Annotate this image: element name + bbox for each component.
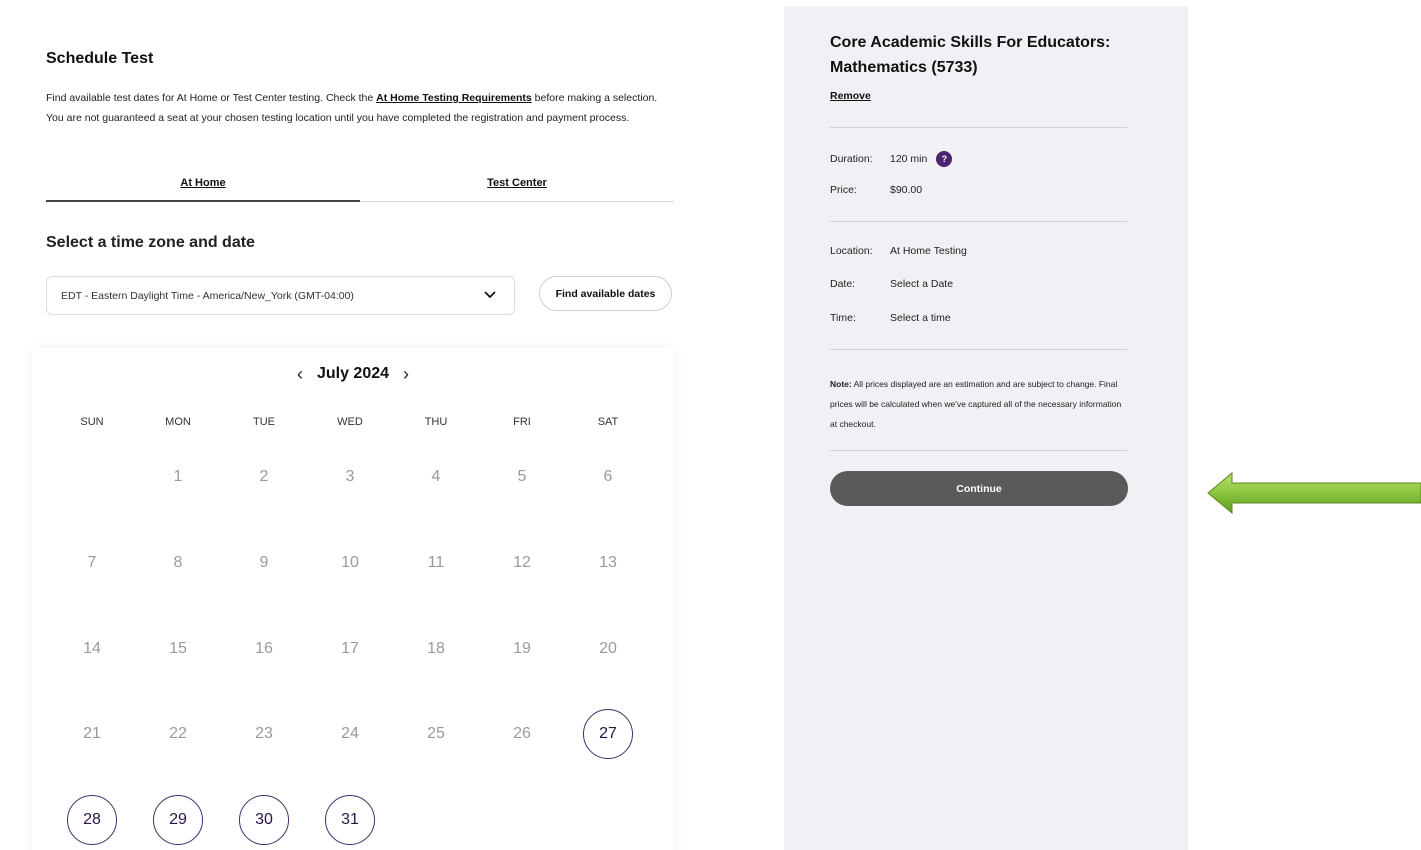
duration-value: 120 min bbox=[890, 153, 928, 165]
test-title: Core Academic Skills For Educators: Math… bbox=[830, 34, 1111, 76]
time-row: Time: Select a time bbox=[830, 312, 951, 324]
help-icon[interactable]: ? bbox=[936, 151, 953, 167]
chevron-left-icon[interactable]: ‹ bbox=[297, 364, 303, 384]
location-value: At Home Testing bbox=[890, 245, 967, 257]
calendar-header: ‹ July 2024 › bbox=[32, 364, 674, 384]
calendar-day: 21 bbox=[83, 725, 101, 742]
calendar-day: 10 bbox=[341, 554, 359, 571]
calendar-day-available[interactable]: 30 bbox=[239, 795, 289, 845]
duration-label: Duration: bbox=[830, 153, 873, 165]
chevron-down-icon bbox=[484, 291, 496, 298]
note-text: All prices displayed are an estimation a… bbox=[830, 379, 1122, 429]
calendar-day: 11 bbox=[427, 554, 445, 571]
calendar-day: 16 bbox=[255, 640, 273, 657]
time-label: Time: bbox=[830, 312, 856, 324]
timezone-section-title: Select a time zone and date bbox=[46, 234, 255, 251]
date-value: Select a Date bbox=[890, 278, 954, 290]
page-title: Schedule Test bbox=[46, 50, 154, 67]
calendar-day: 5 bbox=[517, 468, 527, 485]
location-label: Location: bbox=[830, 245, 873, 257]
calendar-day: 19 bbox=[513, 640, 531, 657]
note-label: Note: bbox=[830, 379, 852, 389]
calendar-day: 22 bbox=[169, 725, 187, 742]
dow-tue: TUE bbox=[253, 416, 275, 428]
date-label: Date: bbox=[830, 278, 856, 290]
dow-mon: MON bbox=[165, 416, 191, 428]
timezone-selected-value: EDT - Eastern Daylight Time - America/Ne… bbox=[61, 289, 354, 302]
calendar-day: 24 bbox=[341, 725, 359, 742]
tab-test-center[interactable]: Test Center bbox=[360, 172, 674, 201]
location-row: Location: At Home Testing bbox=[830, 245, 967, 257]
calendar-day-available[interactable]: 27 bbox=[583, 709, 633, 759]
dow-sun: SUN bbox=[80, 416, 104, 428]
order-summary-panel: Core Academic Skills For Educators: Math… bbox=[784, 6, 1188, 850]
calendar-day-available[interactable]: 28 bbox=[67, 795, 117, 845]
arrow-left-icon bbox=[1207, 471, 1421, 515]
calendar-day: 4 bbox=[431, 468, 441, 485]
calendar-day: 13 bbox=[599, 554, 617, 571]
calendar-month-label: July 2024 bbox=[316, 365, 390, 382]
calendar-day: 8 bbox=[173, 554, 183, 571]
calendar-day: 18 bbox=[427, 640, 445, 657]
calendar-day: 7 bbox=[87, 554, 97, 571]
calendar-day: 12 bbox=[513, 554, 531, 571]
timezone-select[interactable]: EDT - Eastern Daylight Time - America/Ne… bbox=[46, 276, 515, 315]
continue-button[interactable]: Continue bbox=[830, 471, 1128, 506]
divider bbox=[830, 450, 1127, 451]
at-home-requirements-link[interactable]: At Home Testing Requirements bbox=[376, 92, 532, 104]
calendar-day-available[interactable]: 31 bbox=[325, 795, 375, 845]
calendar-day: 1 bbox=[173, 468, 183, 485]
dow-fri: FRI bbox=[513, 416, 531, 428]
calendar-day: 3 bbox=[345, 468, 355, 485]
price-row: Price: $90.00 bbox=[830, 184, 922, 196]
schedule-test-section: Schedule Test Find available test dates … bbox=[32, 0, 674, 850]
find-available-dates-button[interactable]: Find available dates bbox=[539, 276, 672, 311]
remove-link[interactable]: Remove bbox=[830, 90, 871, 102]
chevron-right-icon[interactable]: › bbox=[403, 364, 409, 384]
calendar-day: 17 bbox=[341, 640, 359, 657]
dow-sat: SAT bbox=[597, 416, 619, 428]
intro-text-start: Find available test dates for At Home or… bbox=[46, 92, 377, 104]
calendar-day: 25 bbox=[427, 725, 445, 742]
time-value: Select a time bbox=[890, 312, 951, 324]
calendar-day: 23 bbox=[255, 725, 273, 742]
calendar-day: 6 bbox=[603, 468, 613, 485]
calendar-day: 26 bbox=[513, 725, 531, 742]
divider bbox=[830, 127, 1127, 128]
calendar-day: 2 bbox=[259, 468, 269, 485]
calendar-day-available[interactable]: 29 bbox=[153, 795, 203, 845]
testing-type-tabs: At Home Test Center bbox=[46, 172, 674, 202]
calendar-day: 14 bbox=[83, 640, 101, 657]
divider bbox=[830, 221, 1127, 222]
tab-at-home[interactable]: At Home bbox=[46, 172, 360, 202]
calendar: ‹ July 2024 › SUN MON TUE WED THU FRI SA… bbox=[32, 348, 674, 850]
intro-text: Find available test dates for At Home or… bbox=[46, 88, 674, 128]
calendar-day: 9 bbox=[259, 554, 269, 571]
duration-row: Duration: 120 min ? bbox=[830, 151, 953, 167]
divider bbox=[830, 349, 1127, 350]
dow-thu: THU bbox=[424, 416, 448, 428]
date-row: Date: Select a Date bbox=[830, 278, 953, 290]
dow-wed: WED bbox=[337, 416, 363, 428]
calendar-day: 20 bbox=[599, 640, 617, 657]
calendar-day: 15 bbox=[169, 640, 187, 657]
price-value: $90.00 bbox=[890, 184, 923, 196]
price-label: Price: bbox=[830, 184, 857, 196]
price-note: Note: All prices displayed are an estima… bbox=[830, 374, 1130, 434]
